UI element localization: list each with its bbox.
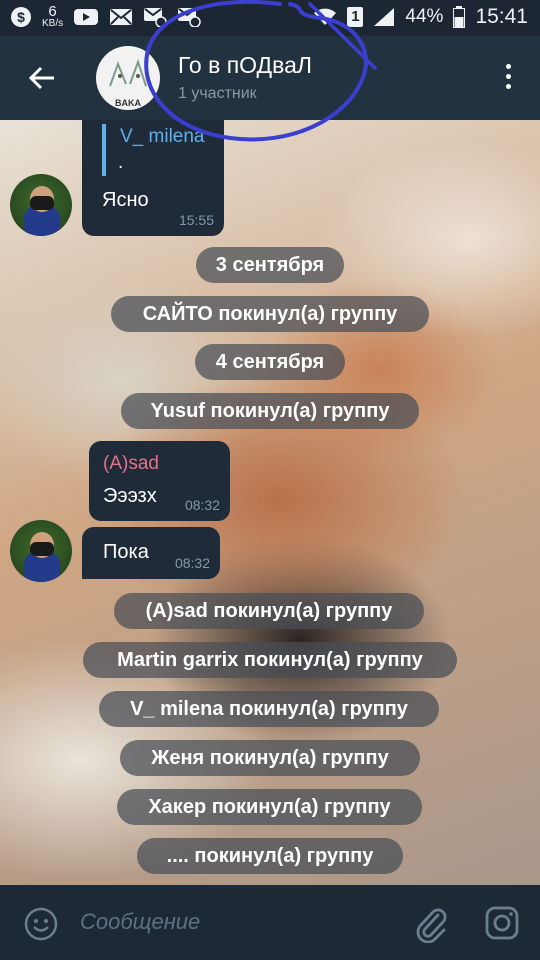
reply-sender: V_ milena bbox=[120, 126, 205, 147]
mail-at-icon-2 bbox=[178, 8, 201, 27]
youtube-icon bbox=[74, 9, 99, 25]
group-avatar[interactable]: BAKA bbox=[96, 46, 160, 110]
service-message: .... покинул(а) группу bbox=[137, 838, 403, 874]
more-vert-icon[interactable] bbox=[506, 64, 514, 94]
clock: 15:41 bbox=[475, 5, 528, 28]
date-divider: 3 сентября bbox=[196, 247, 344, 283]
service-message: Yusuf покинул(а) группу bbox=[121, 393, 419, 429]
battery-percent: 44% bbox=[405, 6, 444, 27]
service-message: Martin garrix покинул(а) группу bbox=[83, 642, 457, 678]
service-message: Женя покинул(а) группу bbox=[120, 740, 420, 776]
camera-icon[interactable] bbox=[484, 905, 520, 941]
emoji-icon[interactable] bbox=[24, 907, 58, 941]
member-count: 1 участник bbox=[178, 85, 257, 102]
battery-icon bbox=[453, 6, 466, 28]
wifi-icon bbox=[314, 8, 337, 25]
reply-quote[interactable] bbox=[102, 124, 106, 176]
message-input-bar: Сообщение bbox=[0, 885, 540, 960]
status-right-icons: 1 44% 15:41 bbox=[313, 5, 528, 29]
user-avatar[interactable] bbox=[10, 520, 72, 582]
signal-icon bbox=[374, 8, 395, 26]
user-avatar[interactable] bbox=[10, 174, 72, 236]
service-message: V_ milena покинул(а) группу bbox=[99, 691, 439, 727]
speed-unit: KB/s bbox=[42, 18, 64, 29]
status-left-icons: $ 6 KB/s bbox=[10, 3, 201, 29]
message-bubble[interactable]: Пока 08:32 bbox=[82, 527, 220, 579]
speed-value: 6 bbox=[48, 3, 57, 20]
service-message: Хакер покинул(а) группу bbox=[117, 789, 422, 825]
chat-header: BAKA Го в пОДваЛ 1 участник bbox=[0, 36, 540, 120]
network-speed: 6 KB/s bbox=[42, 3, 64, 29]
message-input[interactable]: Сообщение bbox=[80, 909, 200, 935]
mail-at-icon bbox=[144, 8, 167, 27]
group-avatar-caption: BAKA bbox=[115, 98, 141, 108]
message-text: Ясно bbox=[102, 189, 149, 211]
message-sender: (A)sad bbox=[103, 453, 159, 474]
status-bar: $ 6 KB/s 1 44% 15:41 bbox=[0, 0, 540, 36]
message-text: Эээзх bbox=[103, 485, 157, 507]
s-coin-icon: $ bbox=[11, 7, 31, 27]
back-arrow-icon[interactable] bbox=[26, 62, 58, 94]
attach-icon[interactable] bbox=[414, 905, 448, 943]
chat-area[interactable]: V_ milena . Ясно 15:55 3 сентября САЙТО … bbox=[0, 120, 540, 885]
sim-icon: 1 bbox=[347, 7, 364, 27]
mail-icon bbox=[110, 9, 133, 25]
message-time: 08:32 bbox=[174, 555, 210, 571]
service-message: САЙТО покинул(а) группу bbox=[111, 296, 429, 332]
reply-text: . bbox=[118, 152, 124, 173]
message-time: 15:55 bbox=[178, 212, 214, 228]
message-time: 08:32 bbox=[184, 497, 220, 513]
svg-text:$: $ bbox=[17, 9, 25, 25]
chat-title[interactable]: Го в пОДваЛ bbox=[178, 52, 312, 79]
message-bubble[interactable]: (A)sad Эээзх 08:32 bbox=[89, 441, 230, 521]
message-bubble[interactable]: V_ milena . Ясно 15:55 bbox=[82, 120, 224, 236]
service-message: (A)sad покинул(а) группу bbox=[114, 593, 424, 629]
message-text: Пока bbox=[103, 541, 149, 563]
date-divider: 4 сентября bbox=[195, 344, 345, 380]
